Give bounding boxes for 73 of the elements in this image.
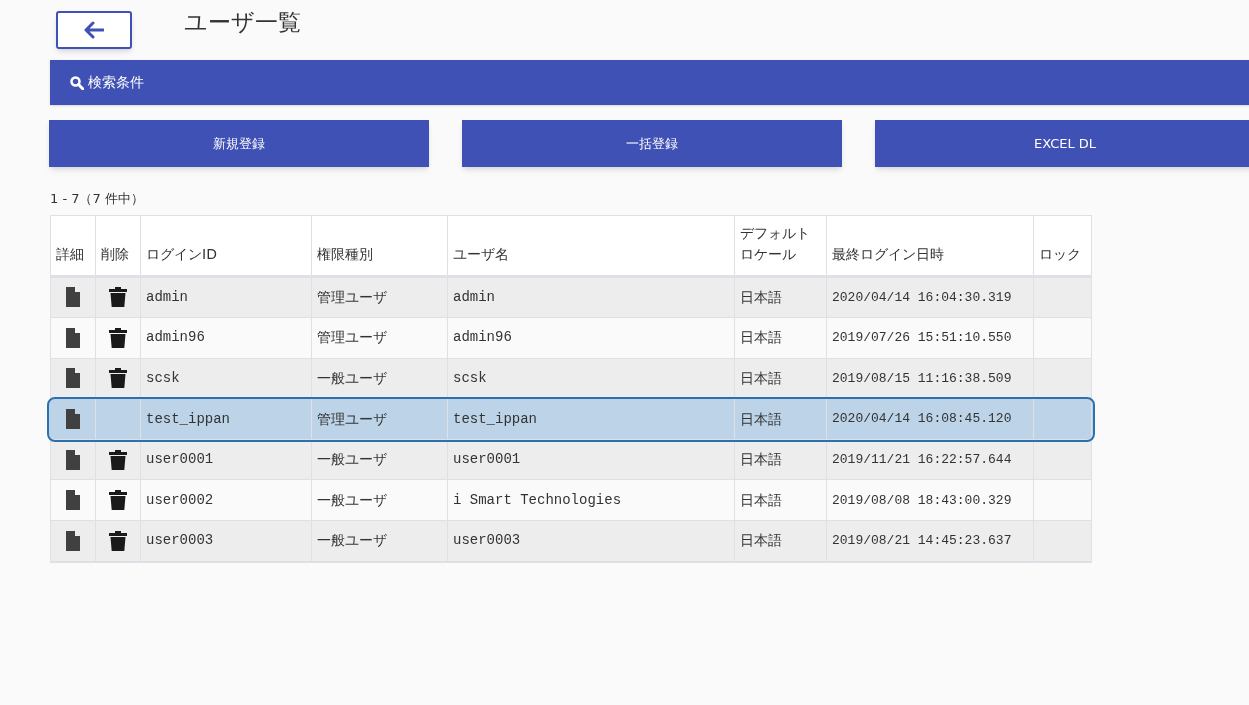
table-cell-text: user0002 [146, 490, 214, 510]
table-cell-text: admin [146, 287, 188, 307]
table-cell-text: admin96 [453, 328, 512, 348]
table-cell-text: 管理ユーザ [317, 409, 387, 429]
table-cell-text: user0003 [453, 531, 521, 551]
table-cell-text: user0003 [146, 531, 214, 551]
document-icon[interactable] [66, 409, 80, 430]
back-arrow-icon [84, 21, 104, 39]
trash-icon[interactable] [109, 327, 127, 348]
table-cell-text: user0001 [146, 450, 214, 470]
table-cell-text: admin [453, 287, 495, 307]
table-cell-text: 2019/07/26 15:51:10.550 [832, 329, 1012, 348]
trash-icon[interactable] [109, 490, 127, 511]
table-cell-text: 一般ユーザ [317, 450, 387, 470]
table-row[interactable]: user0003 一般ユーザ user0003 日本語 2019/08/21 14:45:23.637 [51, 521, 1091, 562]
column-header: ロック [1039, 244, 1081, 264]
table-cell-text: 一般ユーザ [317, 490, 387, 510]
result-count: 1 - 7（7 件中） [50, 190, 145, 208]
table-row[interactable]: admin 管理ユーザ admin 日本語 2020/04/14 16:04:30.319 [51, 277, 1091, 319]
table-row[interactable]: scsk 一般ユーザ scsk 日本語 2019/08/15 11:16:38.509 [51, 358, 1091, 400]
table-cell-text: scsk [146, 369, 180, 388]
table-cell-text: scsk [453, 369, 487, 388]
table-cell-text: 管理ユーザ [317, 287, 387, 307]
table-row[interactable]: user0002 一般ユーザ i Smart Technologies 日本語 2019/08/08 18:43:00.329 [51, 480, 1091, 522]
table-cell-text: 2019/08/15 11:16:38.509 [832, 369, 1012, 388]
table-cell-text: 一般ユーザ [317, 369, 387, 388]
table-cell-text: 管理ユーザ [317, 328, 387, 348]
column-header: ログインID [146, 244, 217, 264]
search-icon [70, 75, 84, 90]
table-cell-text: 2019/08/08 18:43:00.329 [832, 491, 1012, 510]
action-button[interactable]: 新規登録 [49, 120, 429, 167]
table-cell-text: 日本語 [740, 490, 782, 510]
search-panel-label: 検索条件 [88, 73, 144, 92]
trash-icon[interactable] [109, 368, 127, 389]
column-header: ユーザ名 [453, 244, 509, 264]
table-cell-text: 一般ユーザ [317, 531, 387, 551]
table-cell-text: 2019/08/21 14:45:23.637 [832, 532, 1012, 551]
document-icon[interactable] [66, 287, 80, 308]
document-icon[interactable] [66, 490, 80, 511]
column-header: 詳細 [56, 244, 84, 264]
table-cell-text: 日本語 [740, 369, 782, 388]
action-button[interactable]: 一括登録 [462, 120, 842, 167]
table-row[interactable]: admin96 管理ユーザ admin96 日本語 2019/07/26 15:51:10.550 [51, 318, 1091, 359]
search-panel-header[interactable]: 検索条件 [50, 60, 1249, 105]
page-title: ユーザ一覧 [184, 7, 301, 37]
table-cell-text: 2019/11/21 16:22:57.644 [832, 450, 1012, 469]
table-cell-text: 日本語 [740, 328, 782, 348]
document-icon[interactable] [66, 368, 80, 389]
document-icon[interactable] [66, 530, 80, 551]
table-cell-text: test_ippan [453, 409, 537, 429]
column-header: 最終ログイン日時 [832, 244, 944, 264]
table-cell-text: 日本語 [740, 450, 782, 470]
table-cell-text: 日本語 [740, 409, 782, 429]
table-cell-text: test_ippan [146, 409, 230, 429]
table-cell-text: user0001 [453, 450, 521, 470]
back-button[interactable] [56, 11, 132, 49]
trash-icon[interactable] [109, 287, 127, 308]
table-cell-text: i Smart Technologies [453, 490, 622, 510]
table-cell-text: 日本語 [740, 531, 782, 551]
table-cell-text: 2020/04/14 16:04:30.319 [832, 288, 1012, 307]
document-icon[interactable] [66, 327, 80, 348]
trash-icon[interactable] [109, 530, 127, 551]
column-header: 権限種別 [317, 244, 373, 264]
trash-icon[interactable] [109, 449, 127, 470]
table-cell-text: 日本語 [740, 287, 782, 307]
table-cell-text: admin96 [146, 328, 205, 348]
column-header: デフォルトロケール [740, 223, 811, 264]
table-row[interactable]: user0001 一般ユーザ user0001 日本語 2019/11/21 16:22:57.644 [51, 439, 1091, 481]
action-button[interactable]: EXCEL DL [875, 120, 1249, 167]
document-icon[interactable] [66, 449, 80, 470]
column-header: 削除 [101, 244, 129, 264]
table-cell-text: 2020/04/14 16:08:45.120 [832, 410, 1012, 429]
table-row[interactable]: test_ippan 管理ユーザ test_ippan 日本語 2020/04/14 16:08:45.120 [49, 399, 1093, 440]
